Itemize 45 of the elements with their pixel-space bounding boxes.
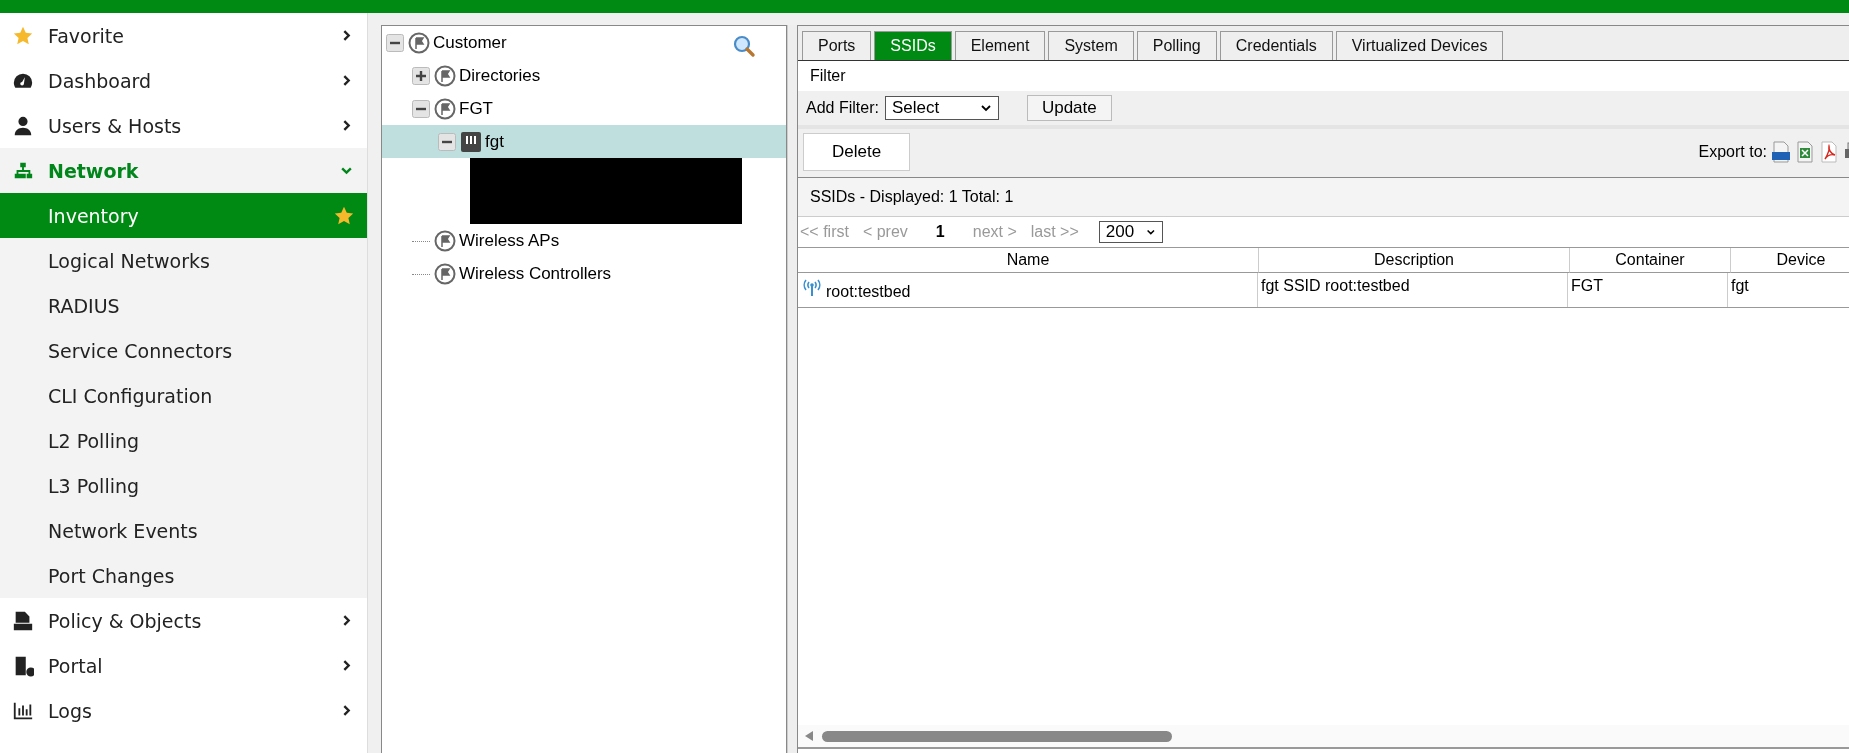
tree-row[interactable]: FGT: [382, 92, 786, 125]
table-cell: fgt: [1731, 277, 1749, 295]
table-cell: root:testbed: [826, 283, 911, 301]
summary-text: SSIDs - Displayed: 1 Total: 1: [798, 178, 1849, 217]
table-cell: fgt SSID root:testbed: [1261, 277, 1410, 295]
tree-row[interactable]: Wireless Controllers: [382, 257, 786, 290]
nav-subitem[interactable]: Inventory: [0, 193, 367, 238]
nav-subitem[interactable]: L2 Polling: [0, 418, 367, 463]
tree-row[interactable]: Customer: [382, 26, 786, 59]
tab[interactable]: System: [1048, 31, 1134, 60]
delete-button[interactable]: Delete: [803, 133, 911, 171]
nav-subitem[interactable]: Network Events: [0, 508, 367, 553]
table-cell: FGT: [1571, 277, 1603, 295]
nav-subitem[interactable]: CLI Configuration: [0, 373, 367, 418]
tab[interactable]: SSIDs: [874, 31, 952, 60]
nav-item[interactable]: Dashboard: [0, 58, 367, 103]
page-number: 1: [935, 223, 945, 241]
nav-item[interactable]: Favorite: [0, 13, 367, 58]
column-header[interactable]: Name: [798, 248, 1259, 273]
tree-row[interactable]: fgt: [382, 125, 786, 158]
column-header[interactable]: Description: [1259, 248, 1570, 273]
nav-subitem[interactable]: Logical Networks: [0, 238, 367, 283]
nav-item[interactable]: Portal: [0, 643, 367, 688]
nav-subitem[interactable]: Port Changes: [0, 553, 367, 598]
nav-item[interactable]: Logs: [0, 688, 367, 733]
page-size-select[interactable]: 200: [1098, 221, 1163, 243]
update-button[interactable]: Update: [1026, 95, 1112, 121]
nav-subitem[interactable]: RADIUS: [0, 283, 367, 328]
tab[interactable]: Ports: [802, 31, 872, 60]
tab[interactable]: Element: [954, 31, 1046, 60]
export-label: Export to:: [1698, 143, 1767, 161]
filter-label: Add Filter:: [806, 99, 879, 117]
nav-subitem[interactable]: L3 Polling: [0, 463, 367, 508]
tab[interactable]: Virtualized Devices: [1335, 31, 1504, 60]
filter-select[interactable]: Select: [884, 96, 999, 120]
nav-subitem[interactable]: Service Connectors: [0, 328, 367, 373]
tree-row[interactable]: Wireless APs: [382, 224, 786, 257]
column-header[interactable]: Container: [1570, 248, 1731, 273]
tab[interactable]: Polling: [1136, 31, 1217, 60]
nav-item[interactable]: Policy & Objects: [0, 598, 367, 643]
nav-item[interactable]: Network: [0, 148, 367, 193]
tree-row[interactable]: Directories: [382, 59, 786, 92]
tab[interactable]: Credentials: [1219, 31, 1333, 60]
nav-item[interactable]: Users & Hosts: [0, 103, 367, 148]
column-header[interactable]: Device: [1731, 248, 1849, 273]
